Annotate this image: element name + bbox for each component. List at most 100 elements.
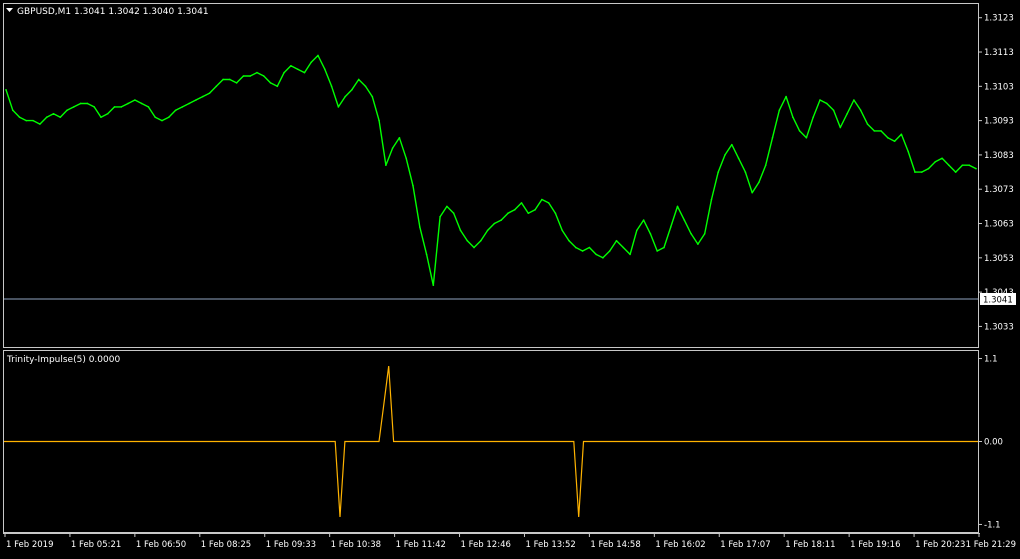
price-point <box>418 226 421 228</box>
time-axis: 1 Feb 2019 1 Feb 05:21 1 Feb 06:50 1 Feb 08… <box>4 533 1016 550</box>
price-point <box>541 198 543 201</box>
price-point <box>249 75 251 77</box>
symbol-header[interactable]: GBPUSD,M1 1.3041 1.3042 1.3040 1.3041 <box>6 7 209 17</box>
chart-window[interactable]: GBPUSD,M1 1.3041 1.3042 1.3040 1.3041 Tr… <box>0 0 1020 555</box>
y-tick-label: 1.3033 <box>984 322 1014 332</box>
price-point <box>235 82 238 84</box>
price-point <box>32 119 34 122</box>
price-point <box>812 116 815 118</box>
y-tick-label: 1.3113 <box>984 48 1014 58</box>
price-point <box>45 116 48 118</box>
price-point <box>276 85 279 88</box>
x-tick-label: 1 Feb 06:50 <box>136 540 186 550</box>
price-point <box>731 143 733 146</box>
price-point <box>378 119 380 122</box>
price-point <box>208 92 211 94</box>
price-line <box>5 54 977 286</box>
x-tick-label: 1 Feb 16:02 <box>655 540 705 550</box>
price-point <box>832 109 835 112</box>
price-point <box>134 99 136 101</box>
price-point <box>473 246 475 249</box>
price-point <box>588 246 591 249</box>
price-point <box>629 253 631 256</box>
price-point <box>954 171 957 173</box>
price-point <box>364 85 367 88</box>
price-point <box>615 239 618 242</box>
price-point <box>866 123 869 125</box>
price-point <box>188 102 190 105</box>
price-point <box>140 102 143 105</box>
price-point <box>446 205 448 208</box>
price-point <box>507 212 509 215</box>
price-point <box>439 215 441 218</box>
price-point <box>527 212 530 215</box>
price-point <box>480 239 482 242</box>
price-series <box>5 54 977 287</box>
price-point <box>669 226 672 228</box>
price-point <box>262 75 265 77</box>
price-point <box>385 164 387 167</box>
price-point <box>337 106 340 108</box>
price-point <box>941 157 943 160</box>
price-point <box>568 239 570 242</box>
current-price-label: 1.3041 <box>983 295 1013 305</box>
price-point <box>113 106 116 108</box>
price-point <box>697 243 699 245</box>
price-point <box>561 229 564 232</box>
price-point <box>222 78 224 81</box>
ind-tick-label: 1.1 <box>984 355 998 365</box>
price-point <box>703 233 706 235</box>
price-point <box>201 95 204 98</box>
price-point <box>771 136 774 139</box>
price-point <box>500 219 502 221</box>
price-point <box>595 253 597 256</box>
price-point <box>907 150 909 153</box>
x-tick-label: 1 Feb 18:11 <box>785 540 835 550</box>
x-tick-label: 1 Feb 21:29 <box>966 540 1016 550</box>
main-panel-frame <box>3 3 979 348</box>
price-point <box>880 130 882 132</box>
price-point <box>371 95 374 98</box>
price-point <box>52 112 55 115</box>
price-point <box>452 212 455 215</box>
price-point <box>161 119 163 122</box>
price-point <box>486 229 489 232</box>
price-point <box>893 140 896 142</box>
price-point <box>229 78 231 81</box>
price-point <box>920 171 923 173</box>
price-point <box>215 85 218 88</box>
x-tick-label: 1 Feb 2019 <box>6 540 54 550</box>
chart-canvas[interactable]: GBPUSD,M1 1.3041 1.3042 1.3040 1.3041 Tr… <box>0 0 1020 555</box>
price-point <box>317 54 319 57</box>
price-point <box>608 250 611 252</box>
price-point <box>25 119 28 122</box>
price-point <box>18 116 21 118</box>
ind-tick-label: 0.00 <box>984 438 1003 448</box>
price-point <box>663 246 665 249</box>
price-point <box>853 99 855 101</box>
panel-frames <box>3 3 980 534</box>
price-point <box>39 123 41 125</box>
y-tick-label: 1.3103 <box>984 82 1014 92</box>
price-point <box>290 64 292 67</box>
price-point <box>405 157 408 160</box>
price-point <box>181 106 184 108</box>
x-tick-label: 1 Feb 10:38 <box>331 540 381 550</box>
x-tick-label: 1 Feb 19:16 <box>850 540 900 550</box>
x-tick-label: 1 Feb 08:25 <box>201 540 251 550</box>
price-point <box>174 109 177 112</box>
price-point <box>758 181 760 184</box>
price-point <box>100 116 102 118</box>
price-point <box>676 205 679 208</box>
price-point <box>432 284 435 287</box>
chevron-down-icon[interactable] <box>6 8 13 12</box>
price-point <box>195 99 197 101</box>
price-point <box>127 102 129 105</box>
price-point <box>391 147 394 149</box>
price-point <box>106 112 109 115</box>
price-point <box>649 233 652 235</box>
x-tick-label: 1 Feb 20:23 <box>915 540 965 550</box>
price-point <box>86 102 89 105</box>
x-tick-label: 1 Feb 13:52 <box>525 540 575 550</box>
price-point <box>581 250 584 252</box>
